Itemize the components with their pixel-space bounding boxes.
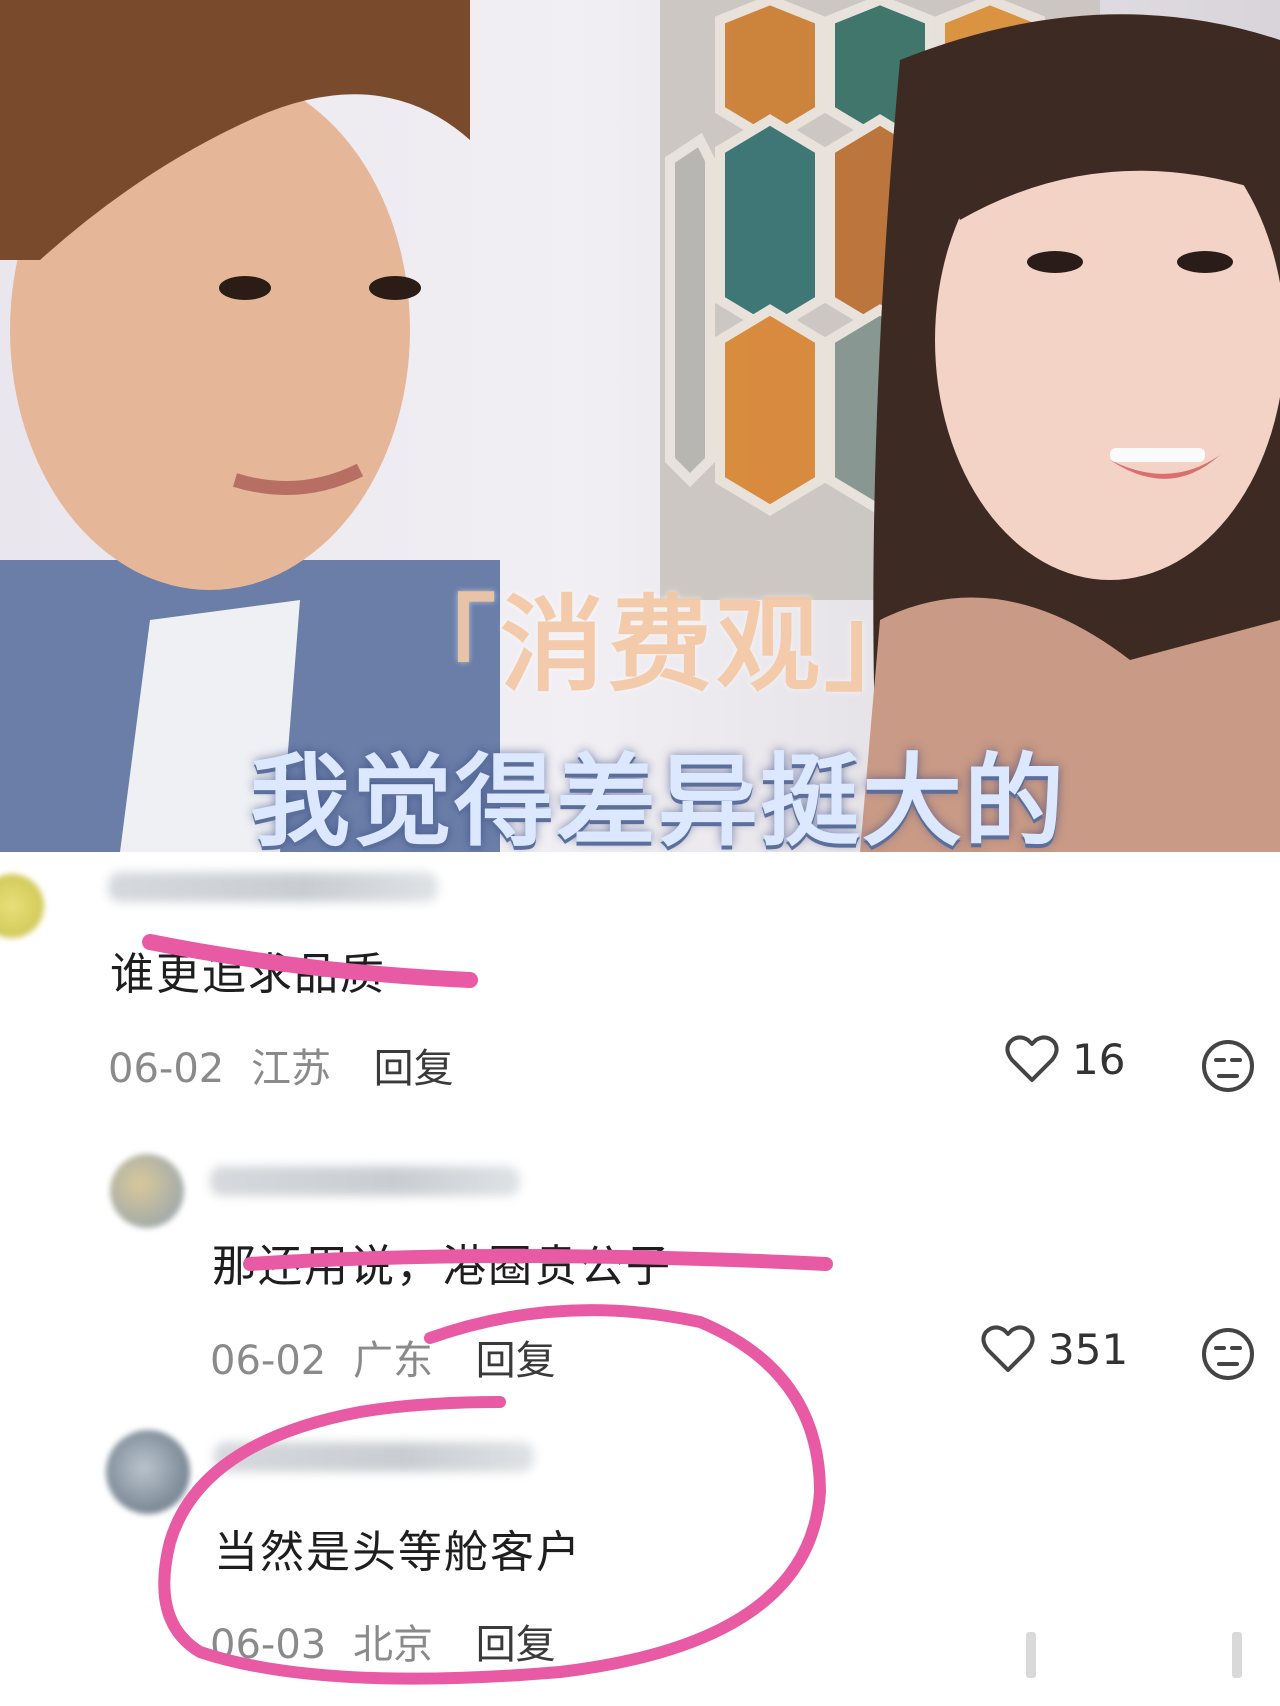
username-blurred[interactable] [108,872,438,902]
comment-meta: 06-02 广东 回复 [210,1328,556,1386]
reply-button[interactable]: 回复 [476,1622,556,1668]
comment-date: 06-02 [108,1046,225,1092]
truncated-icon [1232,1632,1242,1678]
like-count: 16 [1072,1034,1126,1084]
comment-location: 北京 [352,1622,433,1668]
reply-button[interactable]: 回复 [374,1046,454,1092]
like-count: 351 [1048,1324,1129,1374]
username-blurred[interactable] [210,1166,520,1196]
video-caption-subtitle: 我觉得差异挺大的 [250,743,1066,852]
comment-list: 谁更追求品质 06-02 江苏 回复 16 那还用说，港圈贵公子 06-02 广… [0,852,1280,1706]
heart-outline-icon [1005,1035,1059,1082]
comment-text: 那还用说，港圈贵公子 [212,1241,672,1292]
comment-date: 06-02 [210,1338,327,1384]
comment-meta: 06-03 北京 回复 [210,1612,556,1670]
like-button[interactable]: 16 [1004,1034,1125,1084]
avatar[interactable] [110,1154,184,1228]
comment-meta: 06-02 江苏 回复 [108,1036,454,1094]
like-button[interactable]: 351 [980,1324,1128,1374]
unamused-face-icon[interactable] [1200,1326,1256,1382]
reply-button[interactable]: 回复 [476,1338,556,1384]
truncated-icon [1026,1632,1036,1678]
comment-location: 江苏 [250,1046,331,1092]
comment-text: 谁更追求品质 [110,949,386,1000]
heart-outline-icon [981,1325,1035,1372]
comment-text: 当然是头等舱客户 [214,1527,582,1578]
video-frame[interactable]: 「消费观」 我觉得差异挺大的 [0,0,1280,852]
video-caption-title: 「消费观」 [392,584,933,706]
unamused-face-icon[interactable] [1200,1038,1256,1094]
avatar[interactable] [106,1430,190,1514]
comment-location: 广东 [352,1338,433,1384]
avatar[interactable] [0,874,44,938]
username-blurred[interactable] [214,1442,534,1472]
comment-date: 06-03 [210,1622,327,1668]
